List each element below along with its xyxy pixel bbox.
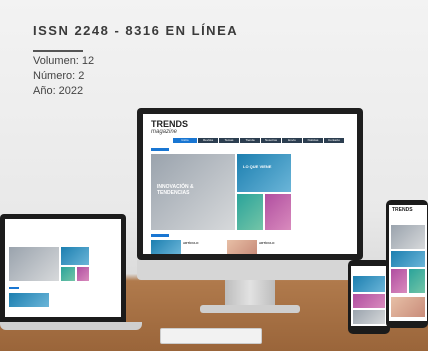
featured-tile[interactable] (265, 194, 291, 230)
site-logo[interactable]: TRENDS magazine (151, 119, 189, 136)
laptop-website-screen (5, 219, 121, 317)
featured-side-tile[interactable] (61, 247, 89, 265)
featured-main-tile[interactable]: INNOVACIÓN & TENDENCIAS (151, 154, 235, 230)
nav-item[interactable]: Contacto (324, 138, 344, 143)
section-marker (9, 287, 19, 289)
featured-side-tile[interactable]: LO QUE VIENE (237, 154, 291, 192)
keyboard (160, 328, 262, 344)
phone-website-screen (351, 266, 387, 326)
featured-tile[interactable] (77, 267, 89, 281)
divider (33, 50, 83, 52)
section-marker (151, 148, 169, 151)
featured-main-tile[interactable] (353, 310, 385, 324)
desktop-monitor: TRENDS magazine Inicio Revista Temas Tie… (137, 108, 363, 260)
monitor-stand-base (200, 305, 300, 313)
article-card-image[interactable] (227, 240, 257, 254)
nav-item[interactable]: Nosotros (261, 138, 281, 143)
site-logo[interactable]: TRENDS (392, 208, 413, 213)
nav-item[interactable]: Noticias (303, 138, 323, 143)
featured-tile[interactable] (391, 269, 407, 293)
article-card-image[interactable] (151, 240, 181, 254)
site-logo-sub: magazine (151, 129, 178, 135)
featured-side-tile[interactable] (391, 251, 425, 267)
issn-heading: ISSN 2248 - 8316 EN LÍNEA (33, 23, 239, 38)
nav-item[interactable]: Temas (219, 138, 239, 143)
featured-side-title: LO QUE VIENE (243, 164, 272, 169)
article-card-title[interactable]: ARTÍCULO (259, 241, 275, 245)
featured-tile[interactable] (409, 269, 425, 293)
featured-main-tile[interactable] (391, 225, 425, 249)
featured-side-tile[interactable] (353, 276, 385, 292)
site-nav: Inicio Revista Temas Tienda Nosotros Env… (173, 138, 344, 143)
featured-tile[interactable] (61, 267, 75, 281)
nav-item[interactable]: Envío (282, 138, 302, 143)
featured-tile[interactable] (237, 194, 263, 230)
nav-item[interactable]: Inicio (173, 138, 197, 143)
featured-tile[interactable] (353, 294, 385, 308)
nav-item[interactable]: Tienda (240, 138, 260, 143)
monitor-stand (225, 280, 275, 308)
laptop (0, 214, 126, 322)
featured-main-title: INNOVACIÓN & TENDENCIAS (157, 184, 194, 196)
featured-main-tile[interactable] (9, 247, 59, 281)
laptop-base (0, 322, 142, 330)
nav-item[interactable]: Revista (198, 138, 218, 143)
article-card-title[interactable]: ARTÍCULO (183, 241, 199, 245)
article-card-image[interactable] (391, 297, 425, 317)
desktop-website-screen: TRENDS magazine Inicio Revista Temas Tie… (143, 114, 357, 254)
article-card-image[interactable] (9, 293, 49, 307)
monitor-chin (137, 260, 363, 280)
issue-number-text: Número: 2 (33, 70, 85, 82)
smartphone (348, 260, 390, 334)
tablet: TRENDS (386, 200, 428, 328)
volume-text: Volumen: 12 (33, 55, 95, 67)
year-text: Año: 2022 (33, 85, 84, 97)
tablet-website-screen: TRENDS (389, 205, 427, 321)
section-marker (151, 234, 169, 237)
site-logo-main: TRENDS (392, 207, 413, 213)
site-logo-main: TRENDS (151, 119, 189, 129)
